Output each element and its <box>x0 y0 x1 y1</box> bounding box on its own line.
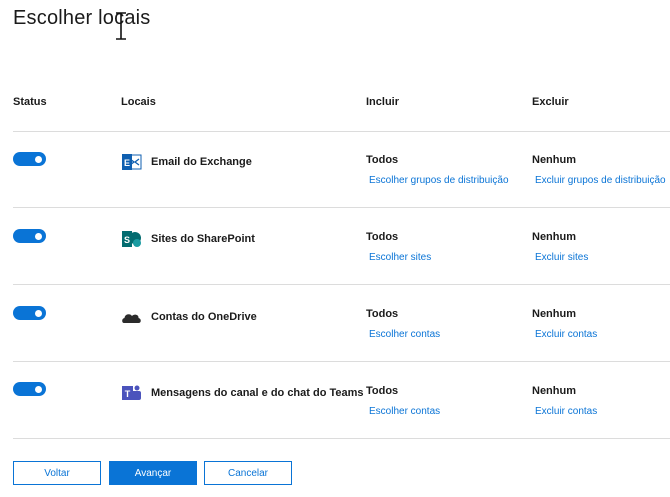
location-exchange: E Email do Exchange <box>121 152 252 172</box>
column-header-include: Incluir <box>366 96 400 108</box>
exclude-value: Nenhum <box>532 154 576 166</box>
divider <box>13 438 670 439</box>
next-button[interactable]: Avançar <box>109 461 197 485</box>
column-header-exclude: Excluir <box>532 96 569 108</box>
column-header-locations: Locais <box>121 96 156 108</box>
teams-icon: T <box>122 385 141 400</box>
toggle-knob <box>35 155 42 163</box>
back-button[interactable]: Voltar <box>13 461 101 485</box>
include-value: Todos <box>366 231 399 243</box>
divider <box>13 361 670 362</box>
text-cursor-icon <box>116 12 126 40</box>
svg-text:T: T <box>125 389 131 399</box>
divider <box>13 131 670 132</box>
exchange-icon: E <box>122 154 142 170</box>
exclude-link[interactable]: Excluir sites <box>535 252 588 263</box>
exclude-value: Nenhum <box>532 308 576 320</box>
page-title: Escolher locais <box>13 7 151 29</box>
toggle-knob <box>35 385 42 393</box>
exclude-link[interactable]: Excluir contas <box>535 329 597 340</box>
status-toggle-teams[interactable] <box>13 382 46 396</box>
status-toggle-exchange[interactable] <box>13 152 46 166</box>
status-toggle-onedrive[interactable] <box>13 306 46 320</box>
svg-text:E: E <box>124 158 130 168</box>
location-label: Contas do OneDrive <box>151 311 257 323</box>
toggle-knob <box>35 232 42 240</box>
include-link[interactable]: Escolher sites <box>369 252 431 263</box>
onedrive-icon <box>122 314 141 323</box>
divider <box>13 284 670 285</box>
cancel-button[interactable]: Cancelar <box>204 461 292 485</box>
svg-text:S: S <box>124 235 130 245</box>
location-sharepoint: S Sites do SharePoint <box>121 229 255 249</box>
divider <box>13 207 670 208</box>
include-value: Todos <box>366 154 399 166</box>
include-value: Todos <box>366 308 399 320</box>
location-label: Mensagens do canal e do chat do Teams <box>151 387 364 399</box>
location-label: Email do Exchange <box>151 156 252 168</box>
include-link[interactable]: Escolher contas <box>369 329 440 340</box>
location-teams: T Mensagens do canal e do chat do Teams <box>121 383 364 403</box>
exclude-link[interactable]: Excluir contas <box>535 406 597 417</box>
include-link[interactable]: Escolher contas <box>369 406 440 417</box>
include-value: Todos <box>366 385 399 397</box>
status-toggle-sharepoint[interactable] <box>13 229 46 243</box>
sharepoint-icon: S <box>122 231 141 247</box>
column-header-status: Status <box>13 96 47 108</box>
toggle-knob <box>35 309 42 317</box>
location-onedrive: Contas do OneDrive <box>121 307 257 327</box>
location-label: Sites do SharePoint <box>151 233 255 245</box>
exclude-value: Nenhum <box>532 385 576 397</box>
exclude-link[interactable]: Excluir grupos de distribuição <box>535 175 666 186</box>
exclude-value: Nenhum <box>532 231 576 243</box>
include-link[interactable]: Escolher grupos de distribuição <box>369 175 509 186</box>
